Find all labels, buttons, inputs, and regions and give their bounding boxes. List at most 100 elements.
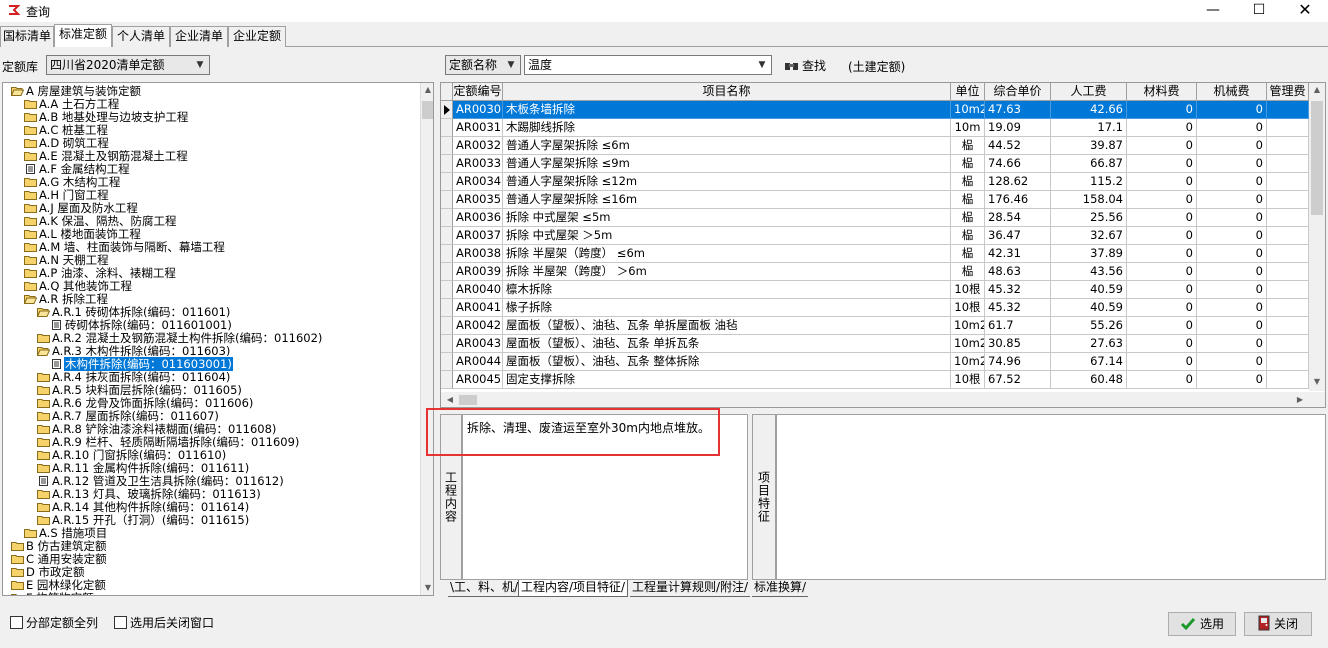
feature-text[interactable] — [776, 414, 1326, 580]
table-cell — [1267, 317, 1309, 335]
quota-tree[interactable]: ▲ ▼ A 房屋建筑与装饰定额 A.A 土石方工程 A.B 地基处理与边坡支护工程 A… — [2, 82, 434, 596]
scroll-right-icon[interactable]: ▶ — [1293, 393, 1307, 407]
close-after-checkbox[interactable]: 选用后关闭窗口 — [114, 616, 214, 632]
row-indicator[interactable] — [441, 155, 453, 173]
row-indicator[interactable] — [441, 101, 453, 119]
table-row[interactable]: AR0030 木板条墙拆除 10m2 47.63 42.66 0 0 — [441, 101, 1309, 119]
table-row[interactable]: AR0044 屋面板（望板）、油毡、瓦条 整体拆除 10m2 74.96 67.14 0 0 — [441, 353, 1309, 371]
tab-work-content[interactable]: 工程内容/项目特征/ — [518, 580, 629, 597]
grid-hscrollbar[interactable]: ◀ ▶ — [441, 392, 1325, 407]
tree-node-label: A.R.3 木构件拆除(编码：011603) — [52, 344, 231, 358]
highlight-annotation — [426, 408, 720, 456]
table-cell: 榀 — [951, 227, 985, 245]
table-cell: AR0035 — [453, 191, 503, 209]
tree-scroll-thumb[interactable] — [422, 101, 433, 119]
close-button[interactable]: 关闭 — [1244, 612, 1312, 636]
tree-node-label: A.R.10 门窗拆除(编码：011610) — [52, 448, 227, 462]
row-indicator[interactable] — [441, 245, 453, 263]
column-header[interactable]: 管理费 — [1267, 83, 1309, 101]
close-icon[interactable]: ✕ — [1282, 0, 1328, 22]
scroll-up-icon[interactable]: ▲ — [1310, 83, 1324, 97]
table-row[interactable]: AR0031 木踢脚线拆除 10m 19.09 17.1 0 0 — [441, 119, 1309, 137]
checkbox-box[interactable] — [114, 616, 127, 629]
table-cell: 0 — [1127, 281, 1197, 299]
tree-node-label: A.R.9 栏杆、轻质隔断隔墙拆除(编码：011609) — [52, 435, 300, 449]
search-input[interactable]: 温度 ▼ — [524, 55, 772, 75]
column-header[interactable]: 材料费 — [1127, 83, 1197, 101]
tab-enterprise-list[interactable]: 企业清单 — [170, 26, 228, 47]
table-row[interactable]: AR0037 拆除 中式屋架 ＞5m 榀 36.47 32.67 0 0 — [441, 227, 1309, 245]
column-header[interactable]: 定额编号 — [453, 83, 503, 101]
row-indicator[interactable] — [441, 227, 453, 245]
table-cell: 45.32 — [985, 281, 1051, 299]
table-cell: 0 — [1197, 353, 1267, 371]
select-button[interactable]: 选用 — [1168, 612, 1236, 636]
table-cell: 普通人字屋架拆除 ≤16m — [503, 191, 951, 209]
column-header[interactable]: 单位 — [951, 83, 985, 101]
scroll-up-icon[interactable]: ▲ — [421, 83, 433, 97]
maximize-icon[interactable]: ☐ — [1236, 0, 1282, 22]
table-cell — [1267, 353, 1309, 371]
tree-scrollbar[interactable]: ▲ ▼ — [420, 83, 433, 595]
table-row[interactable]: AR0041 椽子拆除 10根 45.32 40.59 0 0 — [441, 299, 1309, 317]
checkbox-box[interactable] — [10, 616, 23, 629]
table-row[interactable]: AR0043 屋面板（望板）、油毡、瓦条 单拆瓦条 10m2 30.85 27.63 0 0 — [441, 335, 1309, 353]
table-row[interactable]: AR0040 檩木拆除 10根 45.32 40.59 0 0 — [441, 281, 1309, 299]
table-cell: 40.59 — [1051, 299, 1127, 317]
tab-enterprise-quota[interactable]: 企业定额 — [228, 26, 286, 47]
tab-personal-list[interactable]: 个人清单 — [112, 26, 170, 47]
table-row[interactable]: AR0034 普通人字屋架拆除 ≤12m 榀 128.62 115.2 0 0 — [441, 173, 1309, 191]
table-row[interactable]: AR0039 拆除 半屋架（跨度） ＞6m 榀 48.63 43.56 0 0 — [441, 263, 1309, 281]
tab-standard-conversion[interactable]: 标准换算/ — [752, 580, 809, 597]
row-indicator[interactable] — [441, 209, 453, 227]
table-row[interactable]: AR0035 普通人字屋架拆除 ≤16m 榀 176.46 158.04 0 0 — [441, 191, 1309, 209]
table-cell: 0 — [1127, 245, 1197, 263]
row-indicator[interactable] — [441, 353, 453, 371]
table-cell: 0 — [1127, 137, 1197, 155]
tree-node-label: A.J 屋面及防水工程 — [39, 201, 138, 215]
grid-vscroll-thumb[interactable] — [1311, 101, 1323, 215]
library-select[interactable]: 四川省2020清单定额 ▼ — [46, 55, 210, 75]
show-all-checkbox[interactable]: 分部定额全列 — [10, 616, 98, 632]
table-row[interactable]: AR0042 屋面板（望板）、油毡、瓦条 单拆屋面板 油毡 10m2 61.7 55.2… — [441, 317, 1309, 335]
row-indicator[interactable] — [441, 371, 453, 389]
minimize-icon[interactable]: — — [1190, 0, 1236, 22]
tree-node-label: A.L 楼地面装饰工程 — [39, 227, 141, 241]
grid-vscrollbar[interactable]: ▲ ▼ — [1309, 83, 1325, 391]
tab-labor-material-machine[interactable]: \工、料、机/ — [448, 580, 521, 597]
column-header[interactable]: 机械费 — [1197, 83, 1267, 101]
search-field-select[interactable]: 定额名称 ▼ — [445, 55, 521, 75]
tab-standard-quota[interactable]: 标准定额 — [54, 24, 112, 47]
find-label: 查找 — [802, 59, 827, 73]
column-header[interactable]: 项目名称 — [503, 83, 951, 101]
find-button[interactable]: 查找 — [784, 57, 826, 75]
table-row[interactable]: AR0032 普通人字屋架拆除 ≤6m 榀 44.52 39.87 0 0 — [441, 137, 1309, 155]
row-indicator[interactable] — [441, 119, 453, 137]
tab-national-list[interactable]: 国标清单 — [0, 26, 54, 47]
row-indicator[interactable] — [441, 137, 453, 155]
quota-grid[interactable]: 定额编号 项目名称 单位 综合单价 人工费 材料费 机械费 管理费 ▲ ▼ ◀ ▶ AR003… — [440, 82, 1326, 408]
row-indicator[interactable] — [441, 281, 453, 299]
row-indicator[interactable] — [441, 317, 453, 335]
row-indicator[interactable] — [441, 263, 453, 281]
row-indicator[interactable] — [441, 173, 453, 191]
table-cell: 0 — [1197, 245, 1267, 263]
table-cell: AR0036 — [453, 209, 503, 227]
scroll-left-icon[interactable]: ◀ — [443, 393, 457, 407]
tab-calculation-rules[interactable]: 工程量计算规则/附注/ — [630, 580, 751, 597]
row-indicator[interactable] — [441, 191, 453, 209]
column-header[interactable]: 综合单价 — [985, 83, 1051, 101]
table-row[interactable]: AR0038 拆除 半屋架（跨度） ≤6m 榀 42.31 37.89 0 0 — [441, 245, 1309, 263]
table-row[interactable]: AR0045 固定支撑拆除 10根 67.52 60.48 0 0 — [441, 371, 1309, 389]
tree-node[interactable]: F 构筑物定额 — [11, 592, 95, 595]
scroll-down-icon[interactable]: ▼ — [1310, 375, 1324, 389]
tree-node-label: A.D 砌筑工程 — [39, 136, 109, 150]
grid-hscroll-thumb[interactable] — [459, 395, 477, 405]
table-row[interactable]: AR0036 拆除 中式屋架 ≤5m 榀 28.54 25.56 0 0 — [441, 209, 1309, 227]
row-indicator[interactable] — [441, 299, 453, 317]
row-indicator[interactable] — [441, 335, 453, 353]
column-header[interactable]: 人工费 — [1051, 83, 1127, 101]
scroll-down-icon[interactable]: ▼ — [421, 581, 433, 595]
table-row[interactable]: AR0033 普通人字屋架拆除 ≤9m 榀 74.66 66.87 0 0 — [441, 155, 1309, 173]
table-cell — [1267, 101, 1309, 119]
